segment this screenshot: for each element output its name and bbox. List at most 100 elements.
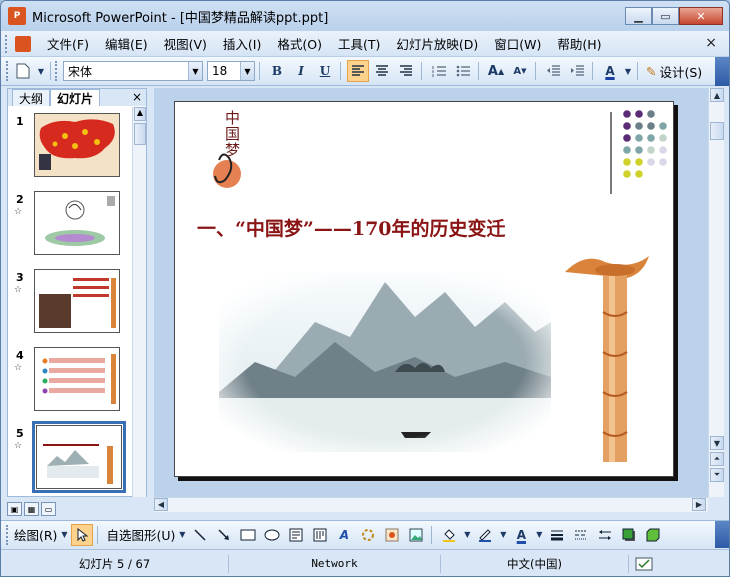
spellcheck-icon[interactable] bbox=[629, 555, 659, 573]
menu-view[interactable]: 视图(V) bbox=[164, 34, 207, 53]
window-title: Microsoft PowerPoint - [中国梦精品解读ppt.ppt] bbox=[32, 10, 329, 26]
slide-thumbnail-1[interactable]: 1 bbox=[8, 113, 132, 183]
design-button[interactable]: ✎ 设计(S) bbox=[644, 60, 704, 82]
slide-thumbnail-3[interactable]: 3 ☆ bbox=[8, 269, 132, 339]
align-left-button[interactable] bbox=[347, 60, 369, 82]
line-style-icon[interactable] bbox=[546, 524, 568, 546]
toolbar-grip[interactable] bbox=[6, 61, 10, 81]
chevron-down-icon[interactable]: ▼ bbox=[462, 524, 472, 546]
slide-title[interactable]: 一、“中国梦”——170年的历史变迁 bbox=[197, 214, 637, 241]
toolbar-grip[interactable] bbox=[6, 524, 10, 545]
tab-outline[interactable]: 大纲 bbox=[12, 89, 51, 106]
toolbar-grip-2[interactable] bbox=[55, 61, 59, 81]
menu-edit[interactable]: 编辑(E) bbox=[105, 34, 148, 53]
italic-button[interactable]: I bbox=[290, 60, 312, 82]
restore-button[interactable]: ▭ bbox=[652, 7, 679, 25]
normal-view-icon[interactable]: ▣ bbox=[7, 502, 22, 516]
minimize-button[interactable]: ▁ bbox=[625, 7, 652, 25]
menu-insert[interactable]: 插入(I) bbox=[223, 34, 261, 53]
document-icon[interactable] bbox=[15, 35, 31, 52]
arrow-style-icon[interactable] bbox=[594, 524, 616, 546]
editor-horizontal-scrollbar[interactable]: ◀ ▶ bbox=[154, 497, 708, 512]
chevron-down-icon[interactable]: ▼ bbox=[240, 62, 254, 80]
chevron-down-icon[interactable]: ▼ bbox=[188, 62, 202, 80]
diagram-tool-icon[interactable] bbox=[357, 524, 379, 546]
slideshow-view-icon[interactable]: ▭ bbox=[41, 502, 56, 516]
dash-style-icon[interactable] bbox=[570, 524, 592, 546]
fill-color-icon[interactable] bbox=[438, 524, 460, 546]
vertical-textbox-tool-icon[interactable] bbox=[309, 524, 331, 546]
textbox-tool-icon[interactable] bbox=[285, 524, 307, 546]
current-slide[interactable]: 中国梦 一、“中国梦”——170年的历史变迁 bbox=[174, 101, 674, 477]
decorative-dots bbox=[623, 110, 667, 178]
toolbar-options-button[interactable] bbox=[715, 521, 729, 548]
tab-slides[interactable]: 幻灯片 bbox=[50, 89, 101, 106]
editor-vertical-scrollbar[interactable]: ▲ ▼ ⏶ ⏷ bbox=[708, 88, 724, 497]
decrease-indent-button[interactable] bbox=[542, 60, 564, 82]
clipart-tool-icon[interactable] bbox=[381, 524, 403, 546]
draw-font-color-icon[interactable]: A bbox=[510, 524, 532, 546]
bullets-button[interactable] bbox=[452, 60, 474, 82]
scroll-left-icon[interactable]: ◀ bbox=[154, 498, 168, 511]
increase-font-button[interactable]: A ▲ bbox=[485, 60, 507, 82]
panel-close-button[interactable]: × bbox=[132, 90, 142, 104]
scroll-right-icon[interactable]: ▶ bbox=[692, 498, 706, 511]
draw-menu-button[interactable]: 绘图(R) bbox=[14, 525, 57, 544]
next-slide-icon[interactable]: ⏷ bbox=[710, 468, 724, 482]
font-name-select[interactable]: 宋体 ▼ bbox=[63, 61, 203, 81]
scroll-thumb[interactable] bbox=[134, 123, 146, 145]
thumbnails-scrollbar[interactable]: ▲ bbox=[132, 107, 146, 497]
slide-2-preview-graphic bbox=[45, 196, 115, 246]
menu-file[interactable]: 文件(F) bbox=[47, 34, 89, 53]
3d-style-icon[interactable] bbox=[642, 524, 664, 546]
line-tool-icon[interactable] bbox=[189, 524, 211, 546]
picture-tool-icon[interactable] bbox=[405, 524, 427, 546]
menu-grip[interactable] bbox=[5, 34, 11, 53]
language-indicator: 中文(中国) bbox=[441, 554, 629, 573]
new-document-icon[interactable] bbox=[12, 60, 34, 82]
scroll-down-icon[interactable]: ▼ bbox=[710, 436, 724, 450]
slide-sorter-view-icon[interactable]: ▦ bbox=[24, 502, 39, 516]
powerpoint-app-icon[interactable]: P bbox=[8, 7, 26, 25]
slide-thumbnail-4[interactable]: 4 ☆ bbox=[8, 347, 132, 417]
bold-button[interactable]: B bbox=[266, 60, 288, 82]
menu-tools[interactable]: 工具(T) bbox=[338, 34, 380, 53]
chevron-down-icon[interactable]: ▼ bbox=[623, 60, 633, 82]
menu-format[interactable]: 格式(O) bbox=[277, 34, 322, 53]
wordart-tool-icon[interactable]: A bbox=[333, 524, 355, 546]
font-size-select[interactable]: 18 ▼ bbox=[207, 61, 255, 81]
increase-indent-button[interactable] bbox=[566, 60, 588, 82]
autoshapes-menu-button[interactable]: 自选图形(U) bbox=[106, 525, 175, 544]
menu-window[interactable]: 窗口(W) bbox=[494, 34, 541, 53]
scroll-up-icon[interactable]: ▲ bbox=[710, 88, 724, 102]
align-right-button[interactable] bbox=[395, 60, 417, 82]
line-color-icon[interactable] bbox=[474, 524, 496, 546]
chevron-down-icon[interactable]: ▼ bbox=[534, 524, 544, 546]
select-pointer-icon[interactable] bbox=[71, 523, 94, 546]
china-dream-logo bbox=[213, 153, 241, 188]
oval-tool-icon[interactable] bbox=[261, 524, 283, 546]
menu-help[interactable]: 帮助(H) bbox=[557, 34, 601, 53]
document-close-button[interactable]: × bbox=[705, 35, 717, 51]
shadow-style-icon[interactable] bbox=[618, 524, 640, 546]
menu-slideshow[interactable]: 幻灯片放映(D) bbox=[396, 34, 478, 53]
font-color-button[interactable]: A bbox=[599, 60, 621, 82]
slide-thumbnail-5[interactable]: 5 ☆ bbox=[8, 421, 132, 495]
chevron-down-icon[interactable]: ▼ bbox=[177, 524, 187, 546]
chevron-down-icon[interactable]: ▼ bbox=[59, 524, 69, 546]
chevron-down-icon[interactable]: ▼ bbox=[498, 524, 508, 546]
scroll-thumb[interactable] bbox=[710, 122, 724, 140]
slide-thumbnail-2[interactable]: 2 ☆ bbox=[8, 191, 132, 261]
animation-star-icon: ☆ bbox=[14, 285, 23, 295]
scroll-up-icon[interactable]: ▲ bbox=[134, 107, 146, 121]
arrow-tool-icon[interactable] bbox=[213, 524, 235, 546]
align-center-button[interactable] bbox=[371, 60, 393, 82]
decrease-font-button[interactable]: A ▼ bbox=[509, 60, 531, 82]
toolbar-options-button[interactable] bbox=[715, 57, 729, 86]
rectangle-tool-icon[interactable] bbox=[237, 524, 259, 546]
underline-button[interactable]: U bbox=[314, 60, 336, 82]
previous-slide-icon[interactable]: ⏶ bbox=[710, 452, 724, 466]
numbering-button[interactable] bbox=[428, 60, 450, 82]
new-dropdown-icon[interactable]: ▼ bbox=[36, 60, 46, 82]
close-button[interactable]: ✕ bbox=[679, 7, 723, 25]
